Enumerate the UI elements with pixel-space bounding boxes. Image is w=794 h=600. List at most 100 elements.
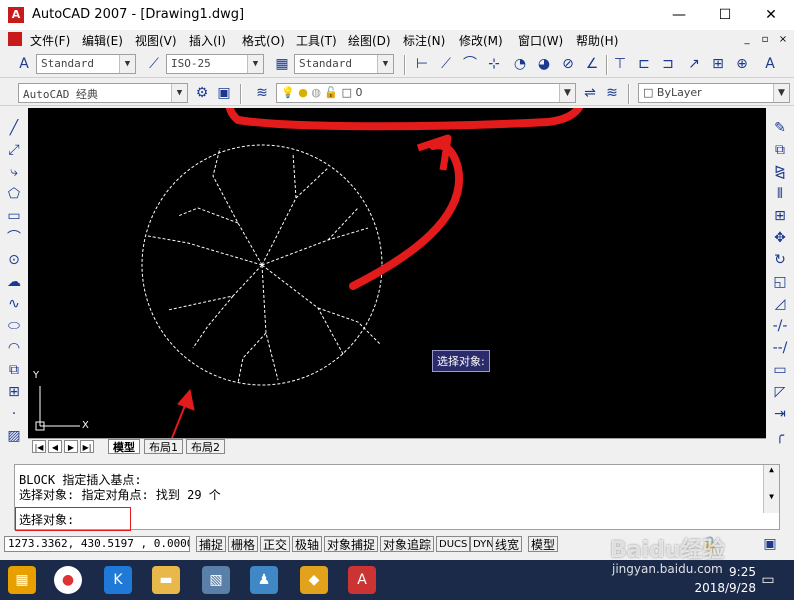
radius-dimension-icon[interactable]: ◔	[510, 54, 530, 74]
construction-line-icon[interactable]: ⤢	[4, 140, 24, 160]
otrack-button[interactable]: 对象追踪	[380, 536, 435, 552]
command-window[interactable]: BLOCK 指定插入基点: 选择对象: 指定对角点: 找到 29 个 选择对象:…	[14, 464, 780, 531]
polygon-icon[interactable]: ⬠	[4, 184, 24, 204]
shield-icon[interactable]: ◆	[300, 566, 328, 594]
shirt-app-icon[interactable]: ♟	[250, 566, 278, 594]
quick-leader-icon[interactable]: ↗	[684, 54, 704, 74]
tab-layout1[interactable]: 布局1	[144, 439, 183, 454]
rotate-icon[interactable]: ↻	[770, 250, 790, 270]
menu-draw[interactable]: 绘图(D)	[348, 32, 391, 49]
layer-manager-icon[interactable]: ≋	[252, 83, 272, 103]
autocad-taskbar-icon[interactable]: A	[348, 566, 376, 594]
revision-cloud-icon[interactable]: ☁	[4, 272, 24, 292]
menu-insert[interactable]: 插入(I)	[189, 32, 226, 49]
extend-icon[interactable]: --/	[770, 338, 790, 358]
join-icon[interactable]: ⇥	[770, 404, 790, 424]
linear-dimension-icon[interactable]: ⊢	[412, 54, 432, 74]
make-block-icon[interactable]: ⊞	[4, 382, 24, 402]
scroll-down-icon[interactable]: ▼	[764, 492, 779, 501]
workspace-save-icon[interactable]: ▣	[214, 83, 234, 103]
menu-window[interactable]: 窗口(W)	[518, 32, 563, 49]
menu-tools[interactable]: 工具(T)	[296, 32, 337, 49]
dim-style-icon[interactable]: ⟋	[144, 54, 164, 74]
menu-edit[interactable]: 编辑(E)	[82, 32, 123, 49]
tolerance-icon[interactable]: ⊞	[708, 54, 728, 74]
aligned-dimension-icon[interactable]: ⟋	[436, 54, 456, 74]
jogged-dimension-icon[interactable]: ◕	[534, 54, 554, 74]
angular-dimension-icon[interactable]: ∠	[582, 54, 602, 74]
menu-help[interactable]: 帮助(H)	[576, 32, 618, 49]
osnap-button[interactable]: 对象捕捉	[324, 536, 379, 552]
text-style-icon[interactable]: A	[14, 54, 34, 74]
mdi-restore-button[interactable]: ▫	[758, 33, 772, 47]
menu-file[interactable]: 文件(F)	[30, 32, 70, 49]
file-explorer-icon[interactable]: ▬	[152, 566, 180, 594]
circle-icon[interactable]: ⊙	[4, 250, 24, 270]
center-mark-icon[interactable]: ⊕	[732, 54, 752, 74]
color-select[interactable]: □ ByLayer ▼	[638, 83, 790, 103]
last-tab-button[interactable]: ▶|	[80, 440, 94, 453]
app-k-icon[interactable]: K	[104, 566, 132, 594]
chrome-icon[interactable]: ●	[54, 566, 82, 594]
mdi-close-button[interactable]: ×	[776, 33, 790, 47]
menu-modify[interactable]: 修改(M)	[459, 32, 503, 49]
arc-icon[interactable]: ⌒	[4, 228, 24, 248]
drawing-canvas[interactable]: Y X 选择对象:	[28, 62, 766, 539]
prev-tab-button[interactable]: ◀	[48, 440, 62, 453]
clean-screen-icon[interactable]: ▣	[760, 534, 780, 554]
ellipse-icon[interactable]: ⬭	[4, 316, 24, 336]
baseline-dimension-icon[interactable]: ⊏	[634, 54, 654, 74]
arc-length-icon[interactable]: ⌒	[460, 54, 480, 74]
scroll-up-icon[interactable]: ▲	[764, 465, 779, 474]
snap-button[interactable]: 捕捉	[196, 536, 227, 552]
quick-dimension-icon[interactable]: ⊤	[610, 54, 630, 74]
coordinate-readout[interactable]: 1273.3362, 430.5197 , 0.0000	[4, 536, 190, 552]
text-style-select[interactable]: Standard ▼	[36, 54, 136, 74]
first-tab-button[interactable]: |◀	[32, 440, 46, 453]
hatch-icon[interactable]: ▨	[4, 426, 24, 446]
trim-icon[interactable]: -/-	[770, 316, 790, 336]
mirror-icon[interactable]: ⧎	[770, 162, 790, 182]
layer-select[interactable]: 💡 ● ◍ 🔓 □ 0 ▼	[276, 83, 576, 103]
menu-view[interactable]: 视图(V)	[135, 32, 177, 49]
menu-format[interactable]: 格式(O)	[242, 32, 285, 49]
chamfer-icon[interactable]: ◸	[770, 382, 790, 402]
polar-button[interactable]: 极轴	[292, 536, 323, 552]
polyline-icon[interactable]: ⤷	[4, 162, 24, 182]
maximize-button[interactable]: ☐	[702, 0, 748, 30]
continue-dimension-icon[interactable]: ⊐	[658, 54, 678, 74]
line-icon[interactable]: ╱	[4, 118, 24, 138]
menu-dimension[interactable]: 标注(N)	[403, 32, 445, 49]
scale-icon[interactable]: ◱	[770, 272, 790, 292]
lineweight-button[interactable]: 线宽	[492, 536, 523, 552]
erase-icon[interactable]: ✎	[770, 118, 790, 138]
stretch-icon[interactable]: ◿	[770, 294, 790, 314]
dimension-edit-icon[interactable]: A	[760, 54, 780, 74]
document-icon[interactable]	[8, 32, 22, 46]
rectangle-icon[interactable]: ▭	[4, 206, 24, 226]
insert-block-icon[interactable]: ⧉	[4, 360, 24, 380]
workspace-settings-icon[interactable]: ⚙	[192, 83, 212, 103]
workspace-select[interactable]: AutoCAD 经典 ▼	[18, 83, 188, 103]
photos-icon[interactable]: ▧	[202, 566, 230, 594]
array-icon[interactable]: ⊞	[770, 206, 790, 226]
ellipse-arc-icon[interactable]: ◠	[4, 338, 24, 358]
ortho-button[interactable]: 正交	[260, 536, 291, 552]
next-tab-button[interactable]: ▶	[64, 440, 78, 453]
point-icon[interactable]: ·	[4, 404, 24, 424]
spline-icon[interactable]: ∿	[4, 294, 24, 314]
break-icon[interactable]: ▭	[770, 360, 790, 380]
tab-model[interactable]: 模型	[108, 439, 140, 454]
table-style-select[interactable]: Standard ▼	[294, 54, 394, 74]
model-button[interactable]: 模型	[528, 536, 559, 552]
minimize-button[interactable]: —	[656, 0, 702, 30]
close-button[interactable]: ✕	[748, 0, 794, 30]
tab-layout2[interactable]: 布局2	[186, 439, 225, 454]
notification-icon[interactable]: ▭	[754, 566, 782, 594]
grid-button[interactable]: 栅格	[228, 536, 259, 552]
ordinate-dimension-icon[interactable]: ⊹	[484, 54, 504, 74]
copy-icon[interactable]: ⧉	[770, 140, 790, 160]
mdi-minimize-button[interactable]: _	[740, 33, 754, 47]
table-style-icon[interactable]: ▦	[272, 54, 292, 74]
make-current-icon[interactable]: ⇌	[580, 83, 600, 103]
